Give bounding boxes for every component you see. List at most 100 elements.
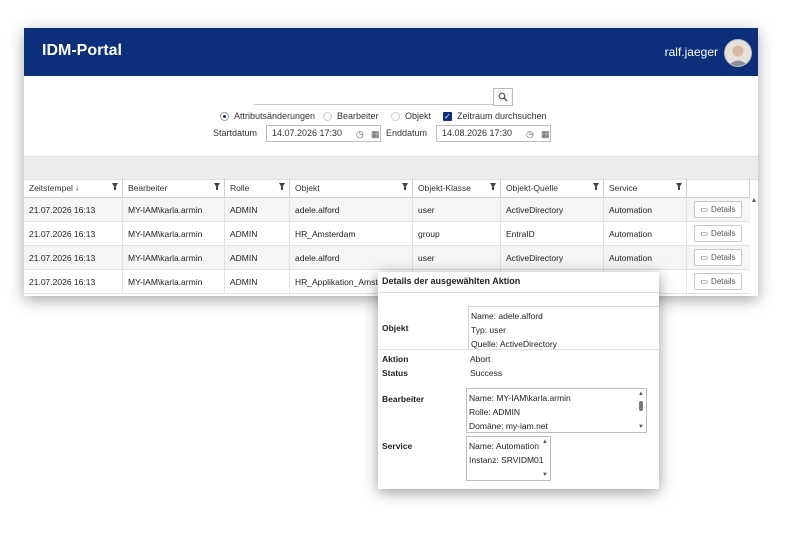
filter-icon[interactable] <box>112 183 118 190</box>
table-row[interactable]: 21.07.2026 16:13 MY-IAM\karla.armin ADMI… <box>24 222 750 246</box>
scroll-thumb[interactable] <box>639 401 643 411</box>
status-label: Status <box>382 368 408 378</box>
col-objekt-klasse[interactable]: Objekt-Klasse <box>413 178 501 197</box>
col-bearbeiter[interactable]: Bearbeiter <box>123 178 225 197</box>
cell-rolle: ADMIN <box>225 270 290 293</box>
radio-attributsaenderungen[interactable]: Attributsänderungen <box>220 111 315 121</box>
checkbox-checked-icon: ✓ <box>443 111 452 121</box>
sort-down-icon[interactable]: ↓ <box>75 183 79 192</box>
end-date-value: 14.08.2026 17:30 <box>442 128 513 138</box>
cell-objekt-klasse: user <box>413 246 501 269</box>
objekt-typ: Typ: user <box>471 325 506 335</box>
col-zeitstempel[interactable]: Zeitstempel ↓ <box>24 178 123 197</box>
scroll-up-icon[interactable]: ▲ <box>750 197 758 204</box>
cell-objekt: adele.alford <box>290 198 413 221</box>
clock-icon[interactable]: ◷ <box>356 127 364 142</box>
cell-objekt-quelle: ActiveDirectory <box>501 246 604 269</box>
radio-label: Attributsänderungen <box>234 111 316 121</box>
cell-zeitstempel: 21.07.2026 16:13 <box>24 222 123 245</box>
details-button[interactable]: ▭ Details <box>694 225 742 242</box>
cell-objekt-klasse: group <box>413 222 501 245</box>
scroll-up-icon[interactable]: ▲ <box>637 391 645 397</box>
radio-selected-icon <box>220 111 229 121</box>
filter-icon[interactable] <box>593 183 599 190</box>
cell-bearbeiter: MY-IAM\karla.armin <box>123 222 225 245</box>
radio-bearbeiter[interactable]: Bearbeiter <box>323 111 379 121</box>
radio-objekt[interactable]: Objekt <box>391 111 431 121</box>
calendar-icon[interactable]: ▦ <box>541 127 550 142</box>
cell-objekt: HR_Amsterdam <box>290 222 413 245</box>
scroll-down-icon[interactable]: ▼ <box>541 472 549 478</box>
user-name[interactable]: ralf.jaeger <box>665 45 718 59</box>
cell-objekt-quelle: ActiveDirectory <box>501 198 604 221</box>
bearbeiter-rolle: Rolle: ADMIN <box>469 407 521 417</box>
app-header: IDM-Portal ralf.jaeger <box>24 28 758 76</box>
start-date-value: 14.07.2026 17:30 <box>272 128 343 138</box>
objekt-info: Name: adele.alford Typ: user Quelle: Act… <box>468 306 659 351</box>
aktion-value: Abort <box>470 354 491 364</box>
cell-service: Automation <box>604 222 687 245</box>
search-button[interactable] <box>493 88 513 106</box>
grid-toolbar <box>24 156 758 180</box>
status-value: Success <box>470 368 503 378</box>
avatar[interactable] <box>724 39 752 67</box>
table-row[interactable]: 21.07.2026 16:13 MY-IAM\karla.armin ADMI… <box>24 198 750 222</box>
objekt-label: Objekt <box>382 323 409 333</box>
service-label: Service <box>382 441 413 451</box>
radio-label: Objekt <box>405 111 432 121</box>
details-button[interactable]: ▭ Details <box>694 273 742 290</box>
window-icon: ▭ <box>700 253 709 262</box>
filter-icon[interactable] <box>676 183 682 190</box>
service-textbox[interactable]: Name: Automation Instanz: SRVIDM01 ▲ ▼ <box>466 436 551 481</box>
bearbeiter-domaene: Domäne: my-iam.net <box>469 421 548 431</box>
col-objekt[interactable]: Objekt <box>290 178 413 197</box>
start-date-input[interactable]: 14.07.2026 17:30 ◷ ▦ <box>266 125 381 142</box>
cell-bearbeiter: MY-IAM\karla.armin <box>123 270 225 293</box>
scroll-up-icon[interactable]: ▲ <box>541 439 549 445</box>
aktion-label: Aktion <box>382 354 409 364</box>
radio-label: Bearbeiter <box>337 111 379 121</box>
col-objekt-quelle[interactable]: Objekt-Quelle <box>501 178 604 197</box>
clock-icon[interactable]: ◷ <box>526 127 534 142</box>
col-actions <box>687 178 750 197</box>
filter-icon[interactable] <box>402 183 408 190</box>
col-rolle[interactable]: Rolle <box>225 178 290 197</box>
cell-bearbeiter: MY-IAM\karla.armin <box>123 246 225 269</box>
objekt-quelle: Quelle: ActiveDirectory <box>471 339 557 349</box>
service-instanz: Instanz: SRVIDM01 <box>469 455 544 465</box>
divider <box>378 292 659 293</box>
bearbeiter-textbox[interactable]: Name: MY-IAM\karla.armin Rolle: ADMIN Do… <box>466 388 647 433</box>
filter-icon[interactable] <box>214 183 220 190</box>
window-icon: ▭ <box>700 277 709 286</box>
end-date-input[interactable]: 14.08.2026 17:30 ◷ ▦ <box>436 125 551 142</box>
details-panel: Details der ausgewählten Aktion Objekt N… <box>378 272 659 489</box>
start-date-label: Startdatum <box>213 128 258 138</box>
details-title: Details der ausgewählten Aktion <box>382 276 521 286</box>
app-title: IDM-Portal <box>42 42 122 59</box>
cell-service: Automation <box>604 198 687 221</box>
cell-objekt-klasse: user <box>413 198 501 221</box>
filter-icon[interactable] <box>490 183 496 190</box>
details-button[interactable]: ▭ Details <box>694 201 742 218</box>
filter-icon[interactable] <box>279 183 285 190</box>
main-window: IDM-Portal ralf.jaeger Attributsänderung… <box>24 28 758 296</box>
details-button[interactable]: ▭ Details <box>694 249 742 266</box>
cell-rolle: ADMIN <box>225 246 290 269</box>
cell-service: Automation <box>604 246 687 269</box>
cell-bearbeiter: MY-IAM\karla.armin <box>123 198 225 221</box>
cell-rolle: ADMIN <box>225 222 290 245</box>
col-service[interactable]: Service <box>604 178 687 197</box>
scrollbar[interactable]: ▲ ▼ <box>541 439 549 478</box>
calendar-icon[interactable]: ▦ <box>371 127 380 142</box>
cell-rolle: ADMIN <box>225 198 290 221</box>
search-input[interactable] <box>254 88 512 105</box>
scrollbar[interactable]: ▲ ▼ <box>637 391 645 430</box>
service-name: Name: Automation <box>469 441 539 451</box>
divider <box>378 349 659 350</box>
cell-zeitstempel: 21.07.2026 16:13 <box>24 198 123 221</box>
checkbox-zeitraum[interactable]: ✓ Zeitraum durchsuchen <box>443 111 547 121</box>
scroll-down-icon[interactable]: ▼ <box>637 424 645 430</box>
table-row[interactable]: 21.07.2026 16:13 MY-IAM\karla.armin ADMI… <box>24 246 750 270</box>
end-date-label: Enddatum <box>386 128 428 138</box>
checkbox-label: Zeitraum durchsuchen <box>457 111 547 121</box>
